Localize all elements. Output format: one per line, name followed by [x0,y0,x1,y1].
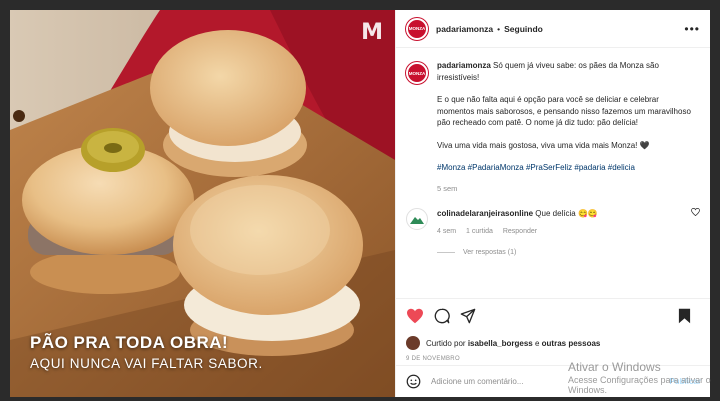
instagram-post-modal: M PÃO PRA TODA OBRA! AQUI NUNCA VAI FALT… [10,10,710,397]
publish-button[interactable]: Publicar [669,377,701,386]
brand-logo-mark: M [361,20,383,45]
comment-like-icon[interactable] [691,207,700,218]
view-replies-label: Ver respostas (1) [463,249,517,256]
liked-by-connector: e [534,338,540,348]
following-button[interactable]: Seguindo [504,24,543,34]
photo-caption-headline: PÃO PRA TODA OBRA! [30,333,229,352]
photo-caption: PÃO PRA TODA OBRA! AQUI NUNCA VAI FALTAR… [30,333,263,371]
share-paper-plane-icon[interactable] [460,308,476,324]
liker-username[interactable]: isabella_borgess [468,339,533,348]
caption-age[interactable]: 5 sem [437,183,692,195]
caption-username[interactable]: padariamonza [437,61,491,70]
comment-age[interactable]: 4 sem [437,228,456,235]
comment-meta: 4 sem 1 curtida Responder [437,226,687,237]
caption-avatar[interactable]: MONZA [406,62,428,84]
liker-avatar[interactable] [406,336,420,350]
mountain-logo-icon [410,217,424,224]
post-date[interactable]: 9 DE NOVEMBRO [406,356,701,362]
liked-by-prefix: Curtido por [426,338,466,348]
commenter-avatar[interactable] [406,208,428,230]
emoji-icon[interactable] [406,374,421,389]
header-username[interactable]: padariamonza [436,24,493,34]
like-heart-icon[interactable] [406,308,424,324]
replies-divider [437,252,455,253]
comment-likes[interactable]: 1 curtida [466,228,493,235]
comments-area: MONZA padariamonza Só quem já viveu sabe… [396,48,710,283]
photo-caption-subline: AQUI NUNCA VAI FALTAR SABOR. [30,356,263,371]
action-icons [406,306,701,326]
caption-paragraph-2: E o que não falta aqui é opção para você… [437,95,691,127]
view-replies-button[interactable]: Ver respostas (1) [437,249,700,256]
post-photo[interactable]: M PÃO PRA TODA OBRA! AQUI NUNCA VAI FALT… [10,10,395,397]
comment-bubble-icon[interactable] [434,308,450,324]
post-sidebar: MONZA padariamonza • Seguindo ••• MONZA … [395,10,710,397]
post-caption: MONZA padariamonza Só quem já viveu sabe… [406,60,700,194]
header-separator: • [497,23,501,34]
action-bar: Curtido por isabella_borgess e outras pe… [396,298,710,362]
add-comment-bar: Adicione um comentário... Publicar [396,365,710,397]
commenter-username[interactable]: colinadelaranjeirasonline [437,209,533,218]
list-item: colinadelaranjeirasonline Que delícia 😋😋… [406,207,700,237]
avatar[interactable]: MONZA [406,17,428,40]
others-link[interactable]: outras pessoas [542,339,601,348]
caption-text: padariamonza Só quem já viveu sabe: os p… [437,60,692,194]
caption-paragraph-1: padariamonza Só quem já viveu sabe: os p… [437,60,692,83]
caption-paragraph-3: Viva uma vida mais gostosa, viva uma vid… [437,140,650,150]
reply-button[interactable]: Responder [503,228,537,235]
post-header: MONZA padariamonza • Seguindo ••• [396,10,710,48]
bookmark-icon[interactable] [678,308,691,324]
liked-by: Curtido por isabella_borgess e outras pe… [406,336,701,350]
comment-body: colinadelaranjeirasonline Que delícia 😋😋… [437,208,687,237]
more-options-icon[interactable]: ••• [684,22,700,36]
comment-input[interactable]: Adicione um comentário... [431,377,524,386]
comment-text: Que delícia 😋😋 [535,209,598,218]
caption-hashtags[interactable]: #Monza #PadariaMonza #PraSerFeliz #padar… [437,162,692,174]
